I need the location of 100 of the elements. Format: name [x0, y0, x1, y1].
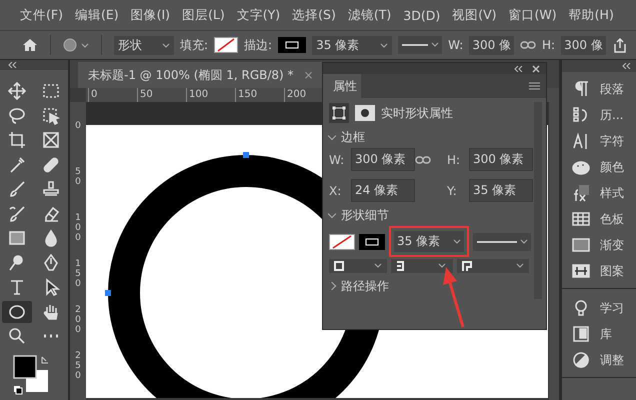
- cap-style-dropdown[interactable]: [391, 259, 453, 273]
- menu-item[interactable]: 滤镜(T): [348, 6, 392, 24]
- stroke-swatch-icon[interactable]: [278, 37, 306, 53]
- stroke-swatch-icon[interactable]: [359, 234, 385, 250]
- hand-icon: [42, 302, 60, 321]
- ruler-label: 0: [74, 122, 82, 133]
- panel-shortcut[interactable]: 样式: [572, 180, 636, 206]
- stroke-align-dropdown[interactable]: [329, 259, 387, 273]
- move-arrows-icon: [8, 82, 26, 100]
- field-label: H:: [447, 152, 460, 166]
- more-icon: [42, 334, 60, 338]
- collapse-icon[interactable]: [622, 63, 632, 69]
- zoom-icon: [8, 327, 26, 346]
- ellipse-icon: [8, 302, 26, 321]
- shape-details-section-header[interactable]: 形状细节: [329, 206, 532, 224]
- panel-shortcut[interactable]: 段落: [572, 76, 636, 102]
- mode-dropdown[interactable]: 形状: [114, 36, 174, 54]
- drop-icon: [42, 229, 60, 248]
- stroke-width-dropdown[interactable]: 35 像素: [312, 36, 392, 54]
- path-operations-section-header[interactable]: 路径操作: [329, 277, 532, 295]
- menu-item[interactable]: 窗口(W): [508, 6, 557, 24]
- panel-shortcut[interactable]: 历...: [572, 102, 636, 128]
- selection-cursor-icon: [42, 106, 60, 125]
- caret-icon: [162, 42, 170, 48]
- panel-label: 渐变: [600, 236, 624, 254]
- panel-shortcut[interactable]: 颜色: [572, 154, 636, 180]
- fill-swatch-icon[interactable]: [329, 234, 355, 250]
- document-tab[interactable]: 未标题-1 @ 100% (椭圆 1, RGB/8) * ×: [78, 62, 324, 88]
- tab-close-button[interactable]: ×: [304, 68, 314, 82]
- panel-label: 颜色: [600, 158, 624, 176]
- panel-shortcut[interactable]: 渐变: [572, 232, 636, 258]
- panel-label: 图案: [600, 262, 624, 280]
- gradient-icon: [572, 236, 590, 254]
- collapse-icon[interactable]: [8, 62, 18, 68]
- home-icon[interactable]: [22, 38, 38, 52]
- history-brush-icon: [8, 204, 26, 223]
- width-input[interactable]: 300 像: [469, 36, 514, 54]
- pointer-arrow: [442, 266, 466, 328]
- fill-label: 填充:: [180, 36, 208, 54]
- collapse-icon[interactable]: [514, 66, 524, 72]
- line-style-dropdown[interactable]: [473, 232, 531, 250]
- menu-item[interactable]: 选择(S): [292, 6, 336, 24]
- panel-shortcut[interactable]: 图案: [572, 258, 636, 284]
- grid-icon: [572, 210, 590, 228]
- dimension-input[interactable]: 300 像素: [351, 148, 415, 171]
- menu-item[interactable]: 文件(F): [20, 6, 63, 24]
- menu-icon[interactable]: [529, 82, 540, 90]
- panel-shortcut[interactable]: 字符: [572, 128, 636, 154]
- link-icon[interactable]: [415, 154, 431, 164]
- dimension-input[interactable]: 300 像素: [469, 148, 533, 171]
- ruler-label: 200: [74, 306, 82, 337]
- tool-button[interactable]: [2, 300, 32, 323]
- height-label: H:: [542, 38, 556, 52]
- crop-icon: [8, 131, 26, 150]
- stamp-icon: [42, 180, 60, 198]
- dimension-input[interactable]: 24 像素: [351, 179, 415, 202]
- panel-shortcut[interactable]: 学习: [572, 295, 636, 321]
- menu-item[interactable]: 图层(L): [182, 6, 225, 24]
- width-label: W:: [448, 38, 464, 52]
- share-icon[interactable]: [612, 37, 628, 53]
- caret-icon: [380, 42, 388, 48]
- character-icon: [572, 132, 590, 150]
- brush-icon: [8, 180, 26, 198]
- panel-shortcut[interactable]: 色板: [572, 206, 636, 232]
- dimension-input[interactable]: 35 像素: [469, 179, 533, 202]
- properties-tab[interactable]: 属性: [323, 74, 361, 98]
- ellipse-tool-icon[interactable]: [63, 38, 89, 52]
- panel-label: 样式: [600, 184, 624, 202]
- menu-item[interactable]: 编辑(E): [74, 6, 119, 24]
- line-style-dropdown[interactable]: [398, 36, 442, 54]
- panel-label: 字符: [600, 132, 624, 150]
- stroke-width-dropdown[interactable]: 35 像素: [394, 231, 464, 252]
- panel-shortcut[interactable]: 调整: [572, 347, 636, 373]
- mask-icon[interactable]: [355, 105, 375, 121]
- menu-item[interactable]: 帮助(H): [568, 6, 614, 24]
- fx-icon: [572, 184, 590, 202]
- dashed-rectangle-icon: [42, 82, 60, 100]
- menu-item[interactable]: 3D(D): [403, 8, 440, 22]
- menu-item[interactable]: 文字(Y): [236, 6, 280, 24]
- panel-label: 色板: [600, 210, 624, 228]
- panel-label: 调整: [600, 352, 624, 368]
- link-icon[interactable]: [520, 40, 536, 50]
- fill-swatch-icon[interactable]: [214, 37, 238, 53]
- panel-label: 历...: [600, 106, 624, 124]
- close-icon[interactable]: [532, 64, 540, 72]
- ruler-label: 250: [74, 352, 82, 383]
- vertical-scrollbar[interactable]: [548, 102, 559, 400]
- bounds-section-header[interactable]: 边框: [329, 128, 532, 146]
- panel-scrollbar[interactable]: [534, 102, 542, 299]
- menu-item[interactable]: 视图(V): [452, 6, 497, 24]
- panel-shortcut[interactable]: 库: [572, 321, 636, 347]
- text-tool-icon: [8, 278, 26, 296]
- field-label: W:: [329, 152, 344, 166]
- menu-item[interactable]: 图像(I): [130, 6, 170, 24]
- shape-properties-icon[interactable]: [329, 103, 349, 123]
- stroke-label: 描边:: [244, 36, 272, 54]
- ruler-label: 100: [74, 214, 82, 245]
- corner-style-dropdown[interactable]: [457, 259, 529, 273]
- pen-icon: [42, 254, 60, 272]
- height-input[interactable]: 300 像: [561, 36, 606, 54]
